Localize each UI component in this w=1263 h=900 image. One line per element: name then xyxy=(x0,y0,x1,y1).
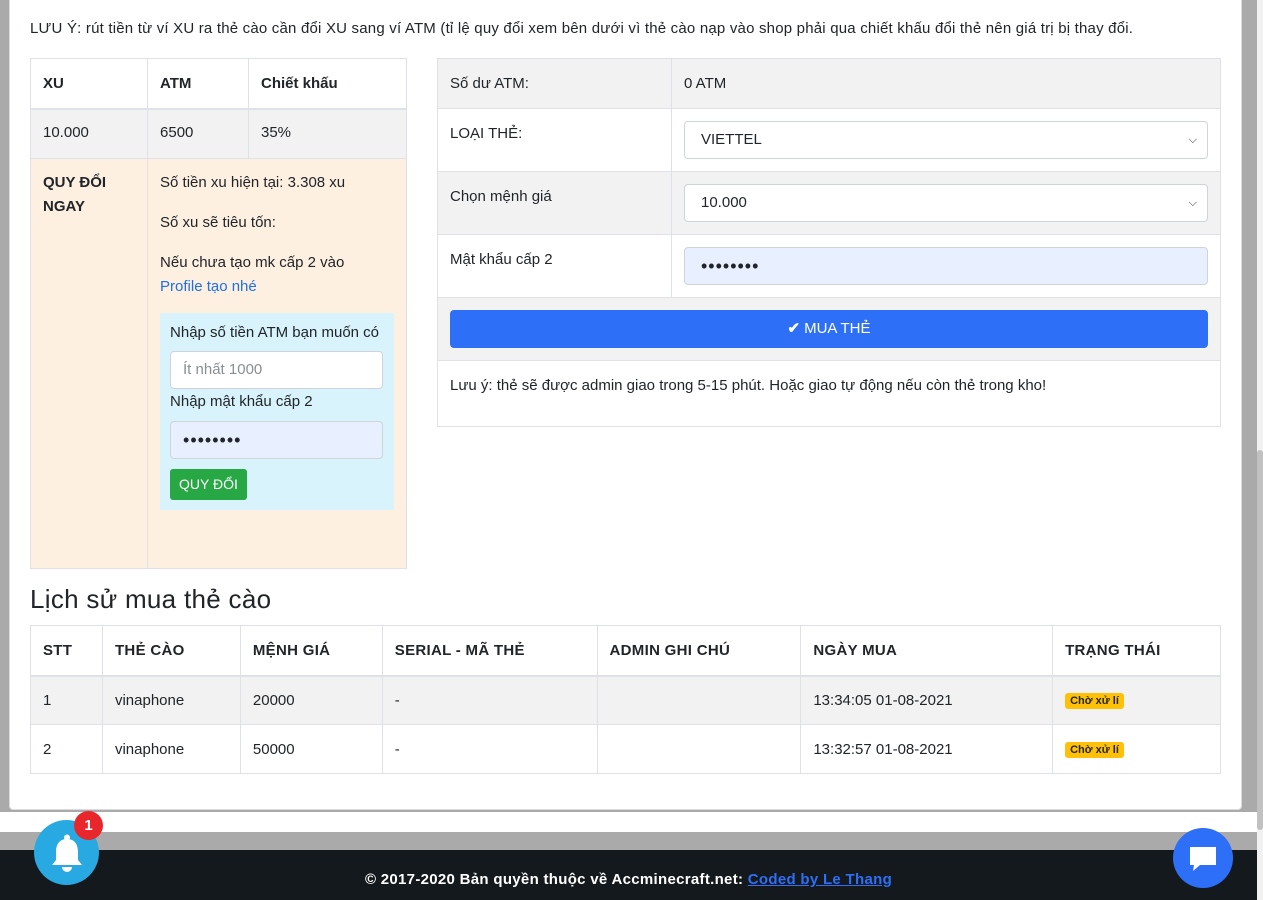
status-badge: Chờ xử lí xyxy=(1065,693,1124,710)
row-value: 20000 xyxy=(239,675,383,725)
col-xu: XU xyxy=(29,58,149,110)
col-serial: SERIAL - MÃ THẺ xyxy=(381,625,598,677)
footer-text: © 2017-2020 Bản quyền thuộc về Accminecr… xyxy=(0,871,1257,888)
col-status: TRẠNG THÁI xyxy=(1052,625,1221,677)
col-date: NGÀY MUA xyxy=(800,625,1054,677)
col-card: THẺ CÀO xyxy=(101,625,241,677)
footer: © 2017-2020 Bản quyền thuộc về Accminecr… xyxy=(0,850,1257,900)
delivery-note: Lưu ý: thẻ sẽ được admin giao trong 5-15… xyxy=(437,360,1221,427)
copyright-text: © 2017-2020 Bản quyền thuộc về Accminecr… xyxy=(364,871,744,888)
buy-card-button[interactable]: ✔ MUA THẺ xyxy=(450,310,1208,348)
bell-icon xyxy=(52,834,82,872)
col-value: MỆNH GIÁ xyxy=(239,625,383,677)
row-date: 13:32:57 01-08-2021 xyxy=(800,724,1054,774)
row-value: 50000 xyxy=(239,724,383,774)
xu-spent: Số xu sẽ tiêu tốn: xyxy=(160,213,276,231)
table-row: 1 vinaphone 20000 - 13:34:05 01-08-2021 … xyxy=(30,675,1221,725)
pw2-label: Nhập mật khẩu cấp 2 xyxy=(170,392,313,410)
current-xu: Số tiền xu hiện tại: 3.308 xu xyxy=(160,173,346,191)
status-badge: Chờ xử lí xyxy=(1065,742,1124,758)
denomination-label: Chọn mệnh giá xyxy=(437,171,672,235)
scrollbar-thumb[interactable] xyxy=(1257,450,1263,830)
profile-link[interactable]: Profile tạo nhé xyxy=(160,278,257,295)
buy-pw2-input[interactable]: •••••••• xyxy=(684,247,1208,285)
convert-now-label: QUY ĐỔI NGAY xyxy=(43,173,107,215)
row-card: vinaphone xyxy=(101,675,241,725)
atm-amount-input[interactable] xyxy=(170,350,384,389)
col-discount: Chiết khấu xyxy=(248,58,407,110)
chevron-down-icon: ⌵ xyxy=(1188,134,1197,146)
row-admin-note xyxy=(596,675,802,725)
no-pw-note: Nếu chưa tạo mk cấp 2 vào xyxy=(160,253,345,271)
page-background xyxy=(0,812,1257,832)
check-icon: ✔ xyxy=(787,320,801,337)
atm-amount-label: Nhập số tiền ATM bạn muốn có xyxy=(170,323,380,341)
history-title: Lịch sử mua thẻ cào xyxy=(30,584,272,614)
buy-card-label: MUA THẺ xyxy=(804,320,871,337)
rate-discount: 35% xyxy=(248,108,407,159)
balance-value: 0 ATM xyxy=(671,58,1221,109)
card-type-label: LOẠI THẺ: xyxy=(437,108,672,172)
exchange-table: XU ATM Chiết khấu 10.000 6500 35% QUY ĐỔ… xyxy=(29,58,407,569)
pw2-input[interactable]: •••••••• xyxy=(170,420,384,459)
row-admin-note xyxy=(596,724,802,774)
row-stt: 2 xyxy=(30,724,103,774)
buy-card-table: Số dư ATM: 0 ATM LOẠI THẺ: VIETTEL ⌵ Chọ… xyxy=(437,58,1221,427)
col-atm: ATM xyxy=(147,58,249,110)
chat-button[interactable] xyxy=(1173,828,1233,888)
table-row: 2 vinaphone 50000 - 13:32:57 01-08-2021 … xyxy=(30,724,1221,774)
denomination-select[interactable]: 10.000 ⌵ xyxy=(684,184,1208,222)
col-admin-note: ADMIN GHI CHÚ xyxy=(596,625,802,677)
card-type-value: VIETTEL xyxy=(701,131,762,148)
separator-band xyxy=(0,832,1257,850)
buy-pw2-label: Mật khẩu cấp 2 xyxy=(437,234,672,298)
convert-form: Nhập số tiền ATM bạn muốn có Nhập mật kh… xyxy=(160,312,394,510)
convert-button[interactable]: QUY ĐỔI xyxy=(170,468,247,500)
scrollbar[interactable] xyxy=(1257,0,1263,900)
row-date: 13:34:05 01-08-2021 xyxy=(800,675,1054,725)
chevron-down-icon: ⌵ xyxy=(1188,197,1197,209)
row-card: vinaphone xyxy=(101,724,241,774)
row-stt: 1 xyxy=(30,675,103,725)
col-stt: STT xyxy=(30,625,103,677)
card-type-select[interactable]: VIETTEL ⌵ xyxy=(684,121,1208,159)
balance-label: Số dư ATM: xyxy=(437,58,672,109)
history-table: STT THẺ CÀO MỆNH GIÁ SERIAL - MÃ THẺ ADM… xyxy=(30,625,1221,774)
row-serial: - xyxy=(381,675,598,725)
coded-by-link[interactable]: Coded by Le Thang xyxy=(748,871,892,888)
withdraw-note: LƯU Ý: rút tiền từ ví XU ra thẻ cào cần … xyxy=(30,20,1134,37)
rate-atm: 6500 xyxy=(147,108,249,159)
rate-xu: 10.000 xyxy=(29,108,149,159)
denomination-value: 10.000 xyxy=(701,194,747,211)
row-serial: - xyxy=(381,724,598,774)
chat-icon xyxy=(1190,847,1216,871)
notification-count-badge: 1 xyxy=(74,811,103,840)
